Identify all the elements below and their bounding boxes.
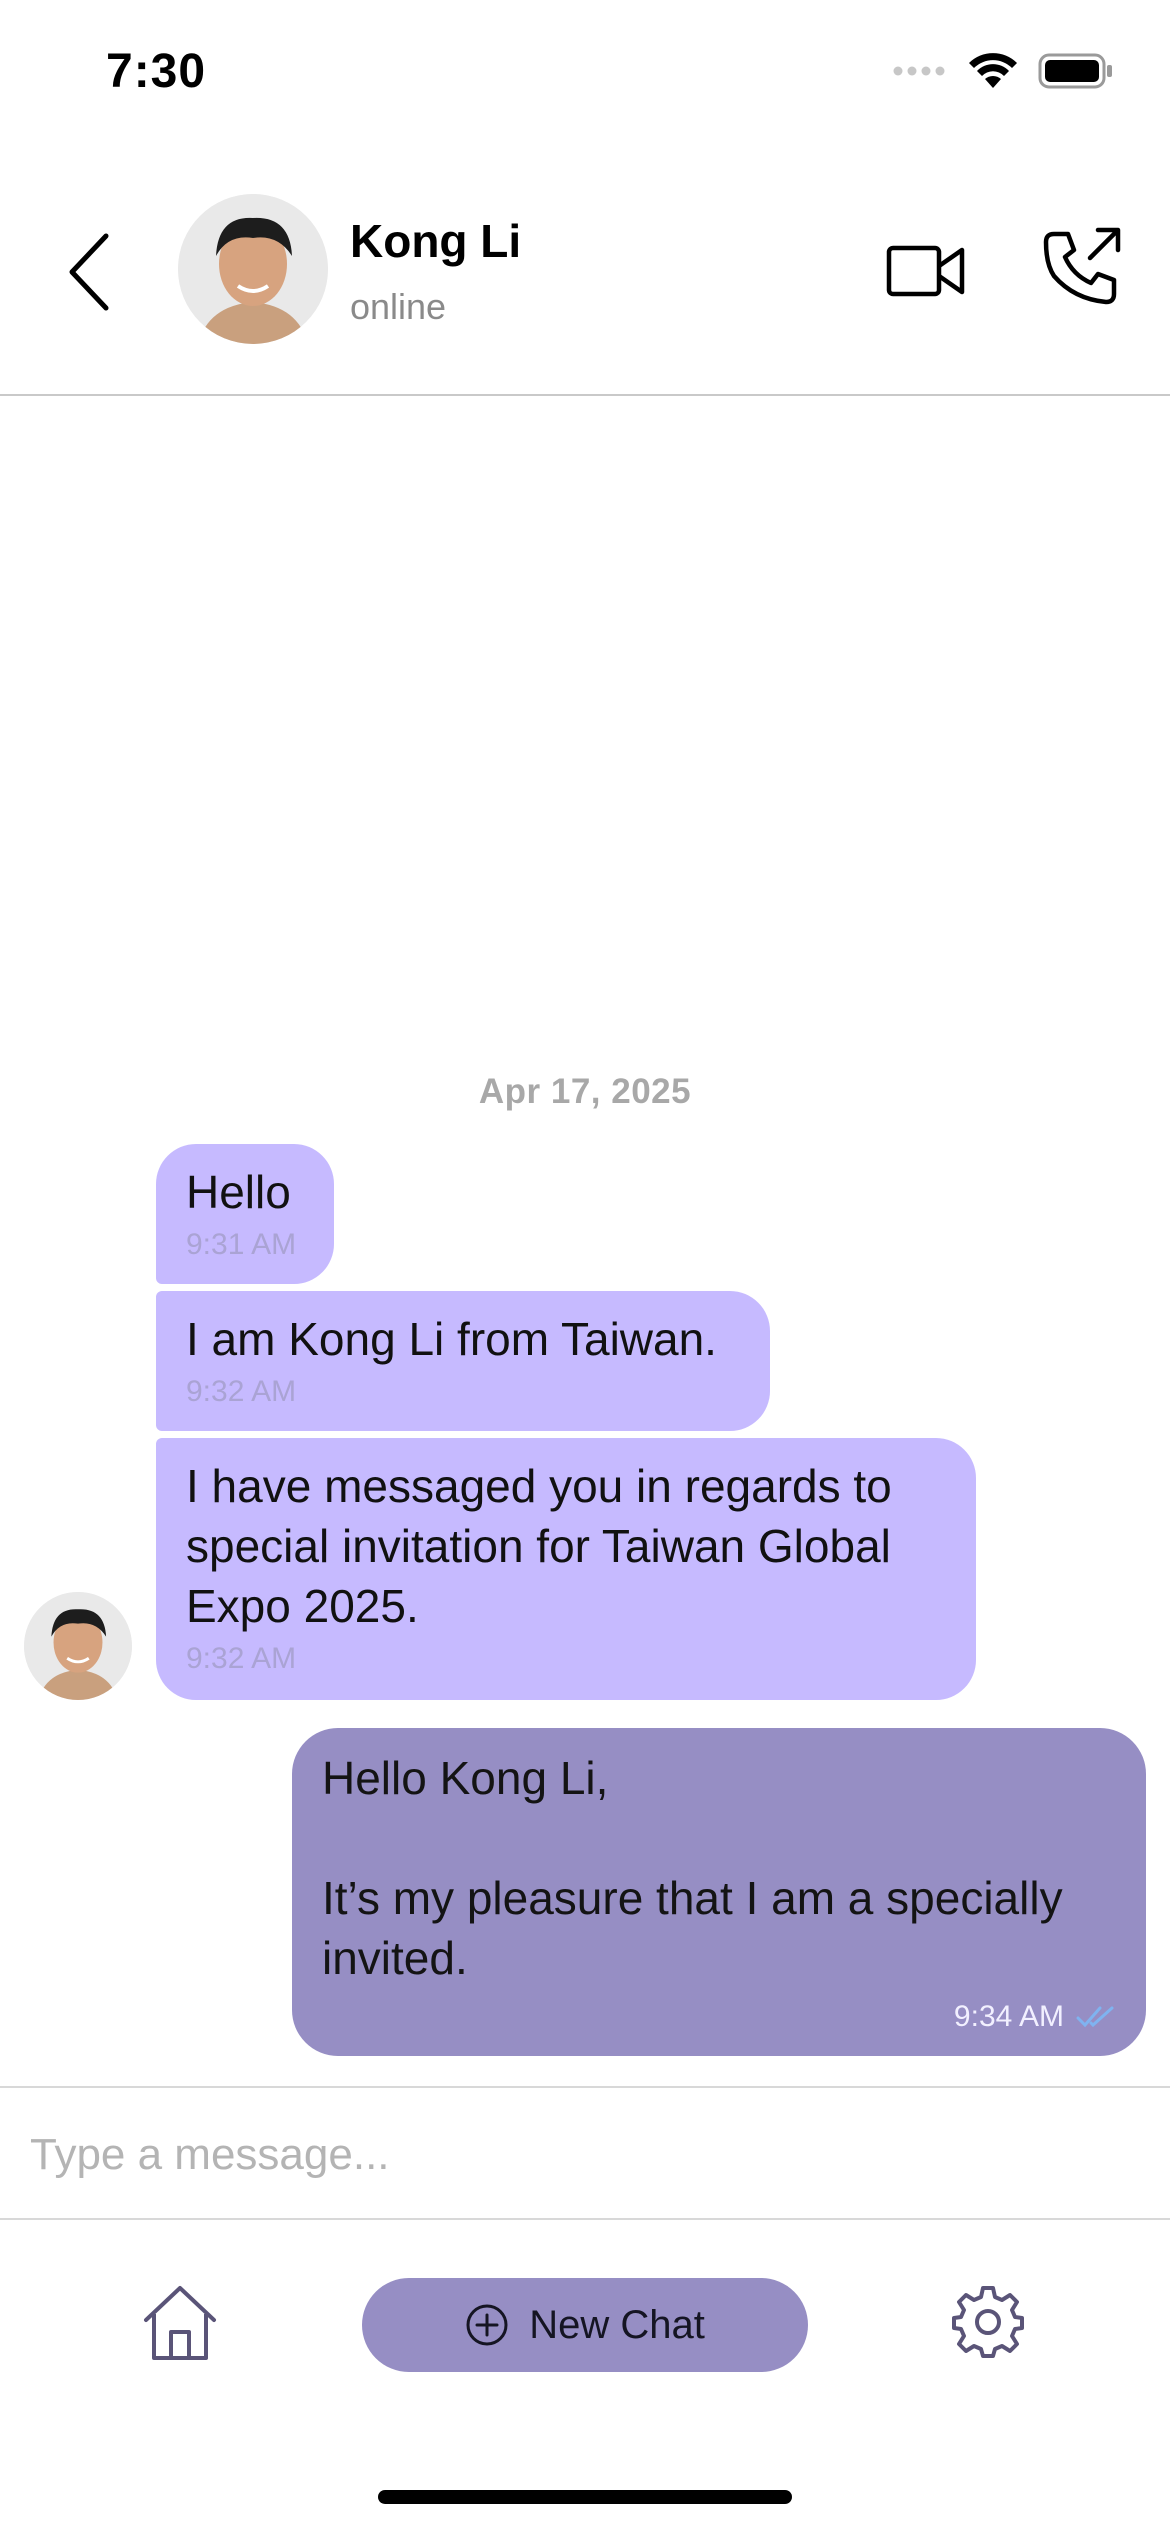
- status-icons: [892, 52, 1114, 90]
- chevron-left-icon: [69, 233, 109, 311]
- message-text: Hello Kong Li, It’s my pleasure that I a…: [322, 1752, 1063, 1984]
- settings-button[interactable]: [950, 2284, 1026, 2360]
- new-chat-button[interactable]: New Chat: [362, 2278, 808, 2372]
- outgoing-call-icon: [1043, 227, 1121, 305]
- message-input[interactable]: [30, 2110, 1140, 2200]
- voice-call-button[interactable]: [1040, 226, 1124, 310]
- wifi-icon: [969, 53, 1017, 88]
- plus-circle-icon: [466, 2304, 508, 2346]
- sender-avatar[interactable]: [24, 1592, 132, 1700]
- date-separator: Apr 17, 2025: [478, 1072, 692, 1111]
- message-bubble-incoming[interactable]: I have messaged you in regards to specia…: [156, 1438, 976, 1700]
- signal-icon: [893, 66, 945, 76]
- contact-name[interactable]: Kong Li: [350, 214, 521, 268]
- message-bubble-incoming[interactable]: I am Kong Li from Taiwan. 9:32 AM: [156, 1291, 770, 1431]
- message-text: I have messaged you in regards to specia…: [186, 1460, 905, 1632]
- message-time: 9:32 AM: [186, 1375, 297, 1408]
- battery-icon: [1038, 53, 1112, 89]
- double-check-icon: [1076, 2006, 1114, 2028]
- status-bar: 7:30: [0, 0, 1170, 150]
- gear-icon: [952, 2286, 1024, 2358]
- avatar-photo: [178, 194, 328, 344]
- home-indicator: [378, 2490, 792, 2504]
- contact-avatar[interactable]: [178, 194, 328, 344]
- new-chat-label: New Chat: [529, 2302, 705, 2347]
- back-button[interactable]: [56, 222, 120, 322]
- message-time: 9:31 AM: [186, 1228, 297, 1261]
- message-meta: 9:34 AM: [954, 2000, 1116, 2034]
- status-time: 7:30: [106, 45, 207, 98]
- home-icon: [144, 2286, 216, 2360]
- message-bubble-incoming[interactable]: Hello 9:31 AM: [156, 1144, 334, 1284]
- message-text: I am Kong Li from Taiwan.: [186, 1313, 717, 1365]
- message-time: 9:32 AM: [186, 1642, 297, 1675]
- message-composer: [0, 2086, 1170, 2220]
- message-bubble-outgoing[interactable]: Hello Kong Li, It’s my pleasure that I a…: [292, 1728, 1146, 2056]
- contact-status: online: [350, 286, 447, 327]
- message-time: 9:34 AM: [953, 2000, 1064, 2033]
- video-camera-icon: [886, 245, 965, 297]
- video-call-button[interactable]: [886, 236, 966, 306]
- message-text: Hello: [186, 1166, 291, 1218]
- chat-header: Kong Li online: [0, 150, 1170, 396]
- avatar-photo: [24, 1592, 132, 1700]
- home-button[interactable]: [140, 2282, 220, 2362]
